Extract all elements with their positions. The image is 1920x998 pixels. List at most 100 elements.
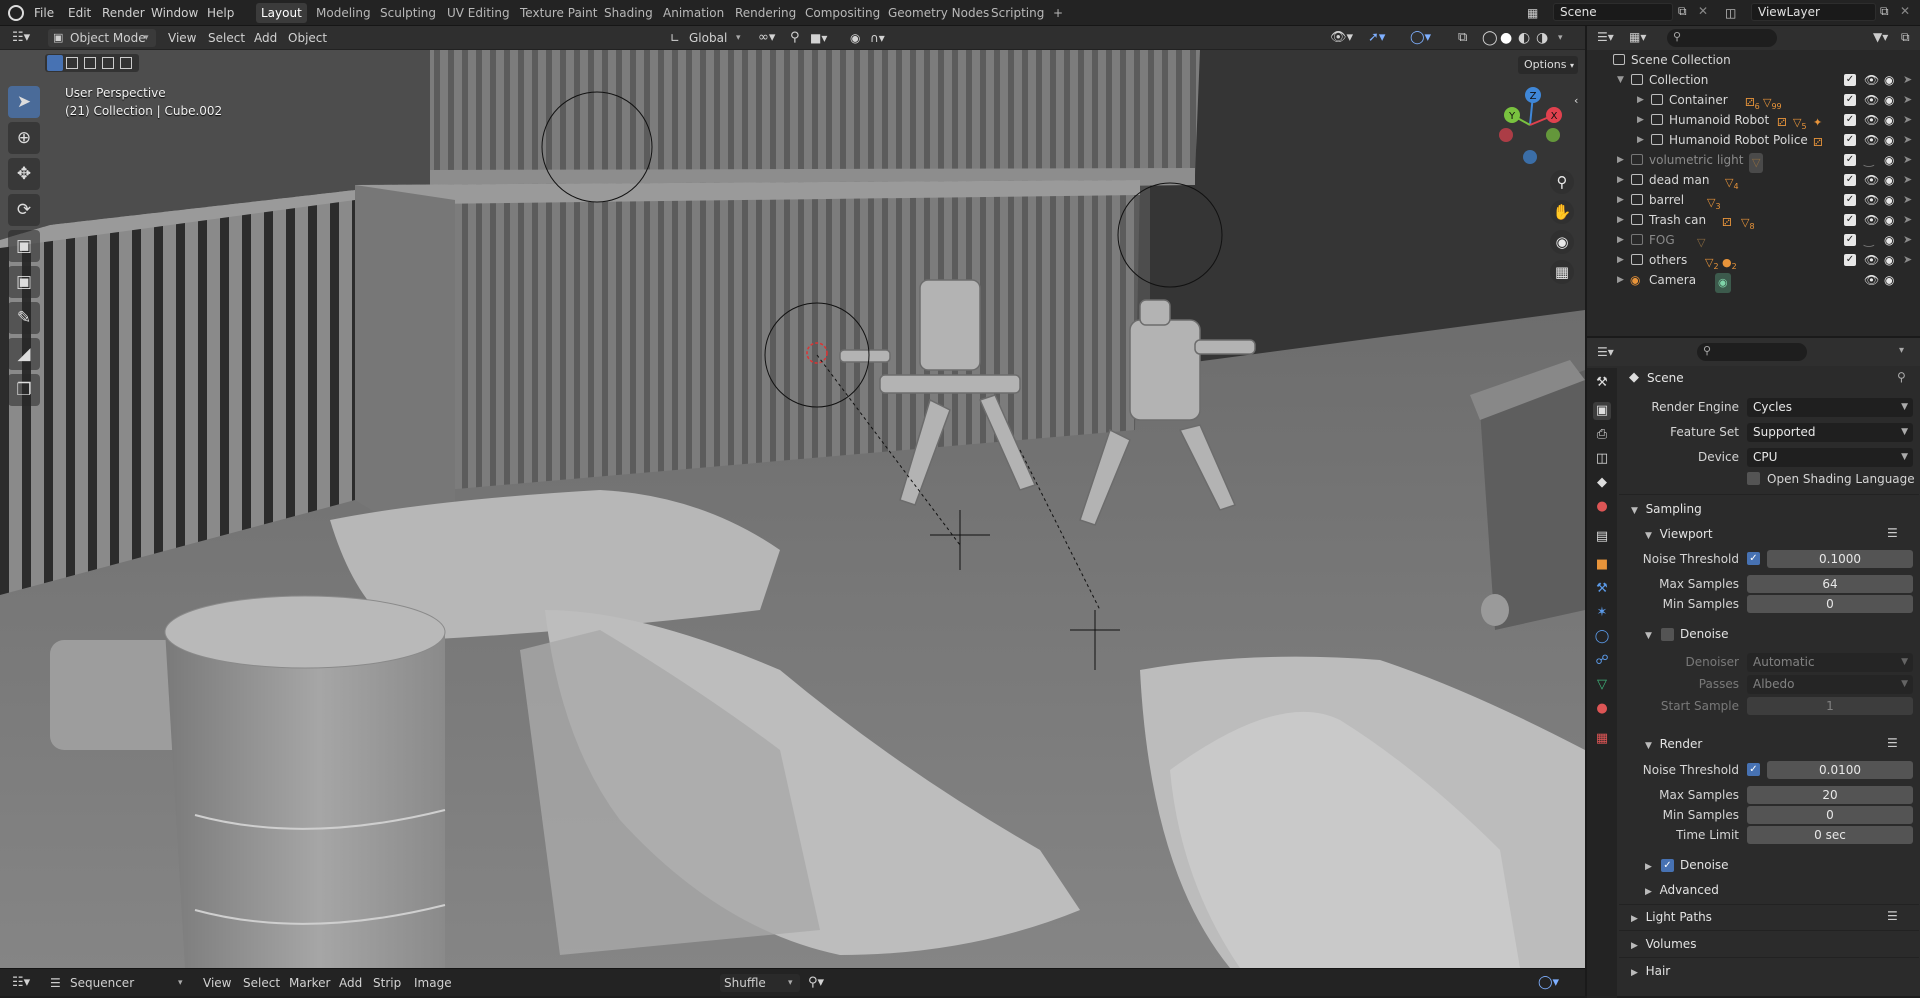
data-tab-icon[interactable]: ▽ [1593, 676, 1611, 694]
modifier-tab-icon[interactable]: ⚒ [1593, 580, 1611, 598]
add-workspace-button[interactable]: + [1048, 3, 1068, 23]
navigation-gizmo[interactable]: Z Y X [1490, 85, 1570, 165]
tool-tab-icon[interactable]: ⚒ [1593, 374, 1611, 392]
seq-menu-marker[interactable]: Marker [289, 974, 330, 992]
tab-animation[interactable]: Animation [658, 3, 729, 23]
eye-icon[interactable]: 👁 [1864, 110, 1879, 130]
seq-menu-view[interactable]: View [203, 974, 231, 992]
add-cube-icon[interactable]: ❐ [8, 374, 40, 406]
menu-window[interactable]: Window [151, 0, 198, 26]
annotate-icon[interactable]: ✎ [8, 302, 40, 334]
measure-icon[interactable]: ◢ [8, 338, 40, 370]
feature-set-dropdown[interactable]: Supported ▼ [1747, 423, 1913, 442]
render-shading-icon[interactable]: ◑ [1536, 29, 1548, 47]
r-noise-threshold-checkbox[interactable]: ✓ [1747, 763, 1760, 776]
properties-search-field[interactable]: ⚲ [1697, 343, 1807, 361]
object-tab-icon[interactable]: ■ [1593, 556, 1611, 574]
copy-scene-icon[interactable]: ⧉ [1678, 4, 1687, 19]
snap-icon[interactable]: ⚲▾ [808, 974, 824, 992]
expand-icon[interactable]: ▶ [1617, 190, 1624, 210]
render-subpanel-header[interactable]: ▼ Render [1645, 733, 1702, 755]
expand-icon[interactable]: ▶ [1617, 210, 1624, 230]
outliner-row[interactable]: ▶ Trash can ⚂ ▽8 ✓ 👁 ◉ ➤ [1587, 210, 1918, 231]
r-denoise-checkbox[interactable]: ✓ [1661, 859, 1674, 872]
outliner-root[interactable]: Scene Collection [1587, 50, 1918, 70]
render-camera-icon[interactable]: ◉ [1884, 110, 1894, 130]
menu-object[interactable]: Object [288, 29, 327, 47]
selectable-icon[interactable]: ➤ [1903, 170, 1912, 190]
shading-options-icon[interactable]: ▾ [1558, 29, 1563, 47]
render-tab-icon[interactable]: ▣ [1593, 402, 1611, 420]
xray-icon[interactable]: ⧉ [1458, 29, 1467, 47]
expand-icon[interactable]: ▶ [1637, 110, 1644, 130]
close-scene-icon[interactable]: ✕ [1698, 4, 1708, 18]
particles-tab-icon[interactable]: ✶ [1593, 604, 1611, 622]
exclude-checkbox[interactable]: ✓ [1844, 194, 1856, 206]
presets-icon[interactable]: ☰ [1887, 736, 1898, 750]
r-denoise-header[interactable]: ▶ [1645, 854, 1652, 876]
selectable-icon[interactable]: ➤ [1903, 210, 1912, 230]
render-camera-icon[interactable]: ◉ [1884, 130, 1894, 150]
menu-render[interactable]: Render [102, 0, 145, 26]
rotate-icon[interactable]: ⟳ [8, 194, 40, 226]
vp-start-sample-field[interactable]: 1 [1747, 697, 1913, 715]
seq-menu-image[interactable]: Image [414, 974, 452, 992]
render-camera-icon[interactable]: ◉ [1884, 70, 1894, 90]
solid-shading-icon[interactable]: ● [1500, 29, 1512, 47]
seq-menu-add[interactable]: Add [339, 974, 362, 992]
r-max-samples-field[interactable]: 20 [1747, 786, 1913, 804]
seq-menu-select[interactable]: Select [243, 974, 280, 992]
outliner-row[interactable]: ▶ barrel ▽3 ✓ 👁 ◉ ➤ [1587, 190, 1918, 211]
tab-uv-editing[interactable]: UV Editing [442, 3, 515, 23]
pan-hand-icon[interactable]: ✋ [1550, 200, 1574, 224]
outliner-row[interactable]: ▶ Container ⚂6 ▽99 ✓ 👁 ◉ ➤ [1587, 90, 1918, 111]
expand-icon[interactable]: ▶ [1637, 90, 1644, 110]
view-layer-field[interactable]: ViewLayer [1751, 3, 1876, 21]
material-tab-icon[interactable]: ● [1593, 700, 1611, 718]
selectable-icon[interactable]: ➤ [1903, 110, 1912, 130]
eye-icon[interactable]: 👁 [1864, 170, 1879, 190]
copy-view-layer-icon[interactable]: ⧉ [1880, 4, 1889, 19]
vp-max-samples-field[interactable]: 64 [1747, 575, 1913, 593]
new-collection-icon[interactable]: ⧉ [1901, 30, 1910, 45]
tab-compositing[interactable]: Compositing [800, 3, 885, 23]
transform-icon[interactable]: ▣ [8, 266, 40, 298]
overlay-icon[interactable]: ◯▾ [1410, 29, 1431, 47]
expand-icon[interactable]: ▶ [1637, 130, 1644, 150]
exclude-checkbox[interactable]: ✓ [1844, 234, 1856, 246]
vp-denoise-header[interactable]: ▼ [1645, 623, 1652, 645]
vp-noise-threshold-checkbox[interactable]: ✓ [1747, 552, 1760, 565]
move-icon[interactable]: ✥ [8, 158, 40, 190]
exclude-checkbox[interactable]: ✓ [1844, 214, 1856, 226]
light-paths-panel-header[interactable]: ▶ Light Paths [1631, 906, 1712, 928]
exclude-checkbox[interactable]: ✓ [1844, 134, 1856, 146]
menu-file[interactable]: File [34, 0, 54, 26]
volumes-panel-header[interactable]: ▶ Volumes [1631, 933, 1696, 955]
tab-geometry-nodes[interactable]: Geometry Nodes [883, 3, 994, 23]
orientation-dropdown[interactable]: Global [689, 29, 727, 47]
seq-menu-strip[interactable]: Strip [373, 974, 401, 992]
render-camera-icon[interactable]: ◉ [1884, 90, 1894, 110]
cursor-icon[interactable]: ⊕ [8, 122, 40, 154]
select-subtract-icon[interactable] [84, 57, 96, 69]
scale-icon[interactable]: ▣ [8, 230, 40, 262]
outliner-row[interactable]: ▶ dead man ▽4 ✓ 👁 ◉ ➤ [1587, 170, 1918, 191]
ortho-grid-icon[interactable]: ▦ [1550, 260, 1574, 284]
vp-denoise-checkbox[interactable] [1661, 628, 1674, 641]
filter-icon[interactable]: ▼▾ [1873, 30, 1888, 44]
overlay-icon[interactable]: ◯▾ [1538, 974, 1559, 992]
selectable-icon[interactable]: ➤ [1903, 190, 1912, 210]
constraints-tab-icon[interactable]: ☍ [1593, 652, 1611, 670]
outliner-row[interactable]: ▶ volumetric light ▽ ✓ ‿ ◉ ➤ [1587, 150, 1918, 173]
viewport-subpanel-header[interactable]: ▼ Viewport [1645, 523, 1713, 545]
tab-shading[interactable]: Shading [599, 3, 658, 23]
scene-tab-icon[interactable]: ◆ [1593, 474, 1611, 492]
select-intersect-icon[interactable] [120, 57, 132, 69]
r-noise-threshold-field[interactable]: 0.0100 [1767, 761, 1913, 779]
wireframe-shading-icon[interactable]: ◯ [1482, 29, 1498, 47]
outliner-row[interactable]: ▶ FOG ▽ ✓ ‿ ◉ ➤ [1587, 230, 1918, 250]
menu-view[interactable]: View [168, 29, 196, 47]
options-button[interactable]: Options ▾ [1518, 56, 1578, 74]
gizmo-icon[interactable]: ➚▾ [1368, 29, 1385, 47]
eye-icon[interactable]: 👁 [1864, 90, 1879, 110]
